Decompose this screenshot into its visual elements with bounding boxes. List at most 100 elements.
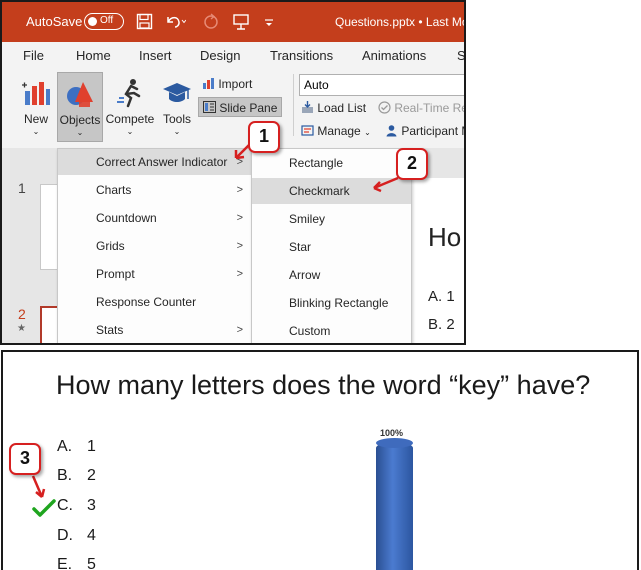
slide-canvas: Ho A. 1 B. 2 xyxy=(412,178,464,343)
load-list-icon xyxy=(302,101,313,113)
ribbon-separator xyxy=(293,74,294,136)
answer-value: 3 xyxy=(87,497,96,514)
answer-key: E. xyxy=(57,556,73,570)
tab-file[interactable]: File xyxy=(23,48,44,63)
indicator-submenu: Rectangle Checkmark Smiley Star Arrow Bl… xyxy=(251,148,412,343)
chevron-right-icon: > xyxy=(236,184,243,196)
realtime-label: Real-Time Re xyxy=(394,101,466,115)
answer-value: 5 xyxy=(87,556,96,570)
submenu-item-checkmark[interactable]: Checkmark xyxy=(252,178,411,204)
autosave-toggle[interactable]: Off xyxy=(84,13,124,30)
load-list-button[interactable]: Load List xyxy=(301,98,366,118)
menu-item-label: Stats xyxy=(96,323,124,337)
import-label: Import xyxy=(218,77,253,91)
document-title: Questions.pptx • Last Mo xyxy=(335,15,466,29)
menu-item-charts[interactable]: Charts > xyxy=(58,177,252,203)
chevron-down-icon: ⌄ xyxy=(173,127,181,136)
submenu-item-label: Blinking Rectangle xyxy=(289,296,389,310)
slide-heading: Ho xyxy=(428,222,462,252)
chevron-down-icon: ⌄ xyxy=(126,127,134,136)
participant-label: Participant M xyxy=(401,124,466,138)
participant-button[interactable]: Participant M xyxy=(385,121,466,141)
chevron-right-icon: > xyxy=(236,324,243,336)
presentation-icon[interactable] xyxy=(232,13,250,31)
graduation-cap-icon xyxy=(161,77,193,109)
autosave-label: AutoSave xyxy=(26,14,83,29)
import-chart-icon xyxy=(203,78,214,89)
chevron-down-icon: ⌄ xyxy=(76,128,84,137)
checkmark-icon xyxy=(32,499,56,517)
callout-1: 1 xyxy=(248,121,280,153)
manage-icon xyxy=(301,125,314,136)
submenu-item-label: Smiley xyxy=(289,212,326,226)
autosave-state: Off xyxy=(100,15,114,26)
submenu-item-label: Arrow xyxy=(289,268,321,282)
submenu-item-arrow[interactable]: Arrow xyxy=(252,262,411,288)
tab-insert[interactable]: Insert xyxy=(139,48,172,63)
save-icon[interactable] xyxy=(136,13,153,31)
answer-key: D. xyxy=(57,527,73,544)
submenu-item-custom[interactable]: Custom xyxy=(252,318,411,343)
new-chart-icon xyxy=(20,77,52,109)
new-label: New xyxy=(23,112,48,126)
menu-item-response-counter[interactable]: Response Counter xyxy=(58,289,252,315)
objects-button[interactable]: Objects ⌄ xyxy=(57,72,103,142)
response-bar-top xyxy=(376,438,413,448)
submenu-item-star[interactable]: Star xyxy=(252,234,411,260)
ribbon: New ⌄ Objects ⌄ Compete ⌄ Tools ⌄ Import… xyxy=(2,70,464,148)
tab-design[interactable]: Design xyxy=(200,48,240,63)
tab-slide-show[interactable]: S xyxy=(457,48,464,63)
customize-toolbar-icon[interactable] xyxy=(264,13,274,31)
menu-item-label: Prompt xyxy=(96,267,135,281)
auto-select[interactable] xyxy=(299,74,464,96)
chevron-right-icon: > xyxy=(236,156,243,168)
response-bar xyxy=(376,442,413,570)
menu-item-prompt[interactable]: Prompt > xyxy=(58,261,252,287)
load-list-label: Load List xyxy=(317,101,367,115)
title-bar: AutoSave Off Questions.pptx • Last Mo xyxy=(2,2,464,42)
bar-percent-label: 100% xyxy=(380,428,404,438)
answer-b: B. 2 xyxy=(57,467,96,485)
answer-key: B. xyxy=(57,467,73,484)
objects-label: Objects xyxy=(59,113,101,127)
chevron-right-icon: > xyxy=(236,268,243,280)
tab-animations[interactable]: Animations xyxy=(362,48,426,63)
submenu-item-smiley[interactable]: Smiley xyxy=(252,206,411,232)
manage-button[interactable]: Manage ⌄ xyxy=(301,121,371,141)
submenu-item-label: Checkmark xyxy=(289,184,350,198)
undo-icon[interactable] xyxy=(164,13,187,31)
chevron-right-icon: > xyxy=(236,240,243,252)
tools-label: Tools xyxy=(162,112,191,126)
submenu-item-label: Custom xyxy=(289,324,331,338)
objects-shapes-icon xyxy=(64,78,96,110)
answer-c: C. 3 xyxy=(57,497,96,515)
compete-label: Compete xyxy=(105,112,155,126)
realtime-button[interactable]: Real-Time Re xyxy=(378,98,466,118)
redo-icon[interactable] xyxy=(202,13,220,31)
slide-option-b: B. 2 xyxy=(428,316,455,333)
manage-label: Manage xyxy=(317,124,361,138)
compete-button[interactable]: Compete ⌄ xyxy=(105,72,155,142)
submenu-item-label: Star xyxy=(289,240,312,254)
slide-pane-button[interactable]: Slide Pane xyxy=(198,97,283,117)
answer-a: A. 1 xyxy=(57,438,96,456)
menu-item-correct-answer-indicator[interactable]: Correct Answer Indicator > xyxy=(58,149,252,175)
participant-icon xyxy=(386,125,397,137)
submenu-item-blinking-rectangle[interactable]: Blinking Rectangle xyxy=(252,290,411,316)
menu-item-grids[interactable]: Grids > xyxy=(58,233,252,259)
slide-show-view: How many letters does the word “key” hav… xyxy=(1,350,639,570)
tab-transitions[interactable]: Transitions xyxy=(270,48,333,63)
callout-2: 2 xyxy=(396,148,428,180)
import-button[interactable]: Import xyxy=(202,74,252,94)
menu-item-countdown[interactable]: Countdown > xyxy=(58,205,252,231)
realtime-check-icon xyxy=(378,101,391,114)
question-title: How many letters does the word “key” hav… xyxy=(56,370,591,400)
menu-item-label: Countdown xyxy=(96,211,157,225)
tab-home[interactable]: Home xyxy=(76,48,111,63)
menu-item-label: Correct Answer Indicator xyxy=(96,155,228,169)
menu-item-stats[interactable]: Stats > xyxy=(58,317,252,343)
new-button[interactable]: New ⌄ xyxy=(16,72,56,142)
submenu-item-rectangle[interactable]: Rectangle xyxy=(252,150,411,176)
slide-number-1: 1 xyxy=(18,180,26,196)
tools-button[interactable]: Tools ⌄ xyxy=(158,72,196,142)
